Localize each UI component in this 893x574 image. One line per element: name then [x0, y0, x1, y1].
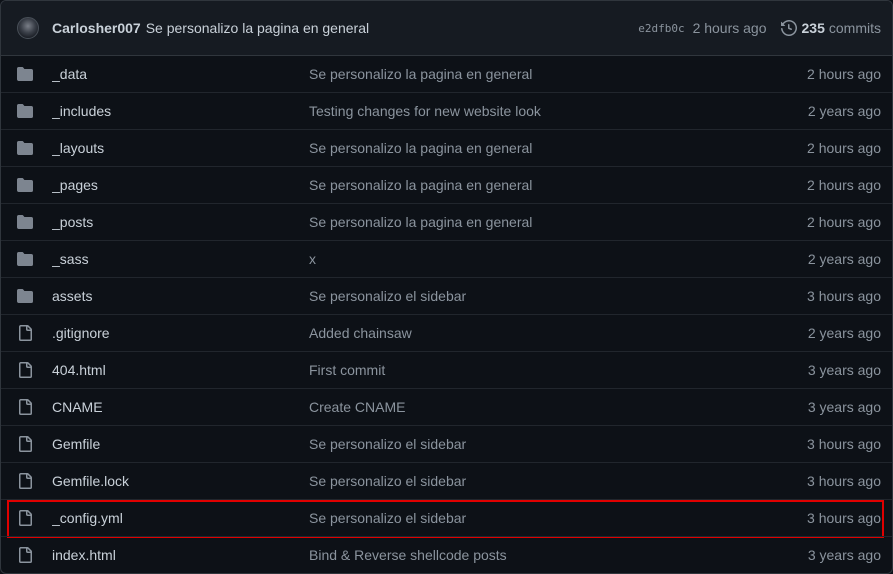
file-icon [19, 510, 32, 526]
commit-sha-link[interactable]: e2dfb0c [638, 22, 684, 35]
file-icon [19, 547, 32, 563]
folder-icon-cell [17, 66, 39, 82]
file-icon [19, 325, 32, 341]
file-icon-cell [17, 436, 39, 452]
folder-icon [17, 252, 33, 266]
file-commit-message-link[interactable]: Se personalizo el sidebar [309, 436, 807, 452]
folder-icon [17, 178, 33, 192]
file-icon [19, 362, 32, 378]
file-name-link[interactable]: _config.yml [52, 510, 309, 526]
repo-file-browser: Carlosher007 Se personalizo la pagina en… [0, 0, 893, 574]
file-name-link[interactable]: _posts [52, 214, 309, 230]
file-commit-age: 2 years ago [807, 251, 881, 267]
file-commit-message-link[interactable]: Se personalizo la pagina en general [309, 177, 807, 193]
file-commit-age: 3 years ago [807, 547, 881, 563]
file-name-link[interactable]: _layouts [52, 140, 309, 156]
file-commit-age: 3 hours ago [807, 510, 881, 526]
file-icon-cell [17, 362, 39, 378]
file-commit-age: 3 years ago [807, 399, 881, 415]
file-commit-message-link[interactable]: Se personalizo el sidebar [309, 473, 807, 489]
folder-icon [17, 67, 33, 81]
file-commit-message-link[interactable]: Se personalizo la pagina en general [309, 66, 807, 82]
file-name-link[interactable]: Gemfile.lock [52, 473, 309, 489]
file-row[interactable]: Gemfile.lock Se personalizo el sidebar 3 h… [1, 462, 892, 499]
file-row[interactable]: _pages Se personalizo la pagina en genera… [1, 166, 892, 203]
file-commit-age: 3 hours ago [807, 288, 881, 304]
folder-icon-cell [17, 177, 39, 193]
folder-icon-cell [17, 251, 39, 267]
latest-commit-bar: Carlosher007 Se personalizo la pagina en… [1, 1, 892, 56]
file-commit-message-link[interactable]: Se personalizo el sidebar [309, 288, 807, 304]
file-list: _data Se personalizo la pagina en general… [1, 56, 892, 573]
file-icon [19, 436, 32, 452]
file-row[interactable]: index.html Bind & Reverse shellcode posts… [1, 536, 892, 573]
file-icon-cell [17, 325, 39, 341]
commit-count-label: commits [828, 20, 881, 36]
file-commit-age: 3 hours ago [807, 436, 881, 452]
file-name-link[interactable]: assets [52, 288, 309, 304]
file-commit-age: 2 hours ago [807, 214, 881, 230]
file-icon-cell [17, 547, 39, 563]
file-commit-message-link[interactable]: Added chainsaw [309, 325, 808, 341]
folder-icon [17, 141, 33, 155]
file-icon [19, 399, 32, 415]
file-name-link[interactable]: .gitignore [52, 325, 309, 341]
file-name-link[interactable]: CNAME [52, 399, 309, 415]
file-commit-age: 2 hours ago [807, 66, 881, 82]
file-name-link[interactable]: _data [52, 66, 309, 82]
file-commit-message-link[interactable]: Se personalizo la pagina en general [309, 214, 807, 230]
file-name-link[interactable]: 404.html [52, 362, 309, 378]
folder-icon [17, 215, 33, 229]
history-icon [780, 20, 797, 36]
file-commit-age: 2 hours ago [807, 140, 881, 156]
file-commit-message-link[interactable]: Create CNAME [309, 399, 808, 415]
folder-icon-cell [17, 103, 39, 119]
file-commit-message-link[interactable]: Se personalizo la pagina en general [309, 140, 807, 156]
file-commit-message-link[interactable]: Testing changes for new website look [309, 103, 808, 119]
file-row[interactable]: .gitignore Added chainsaw 2 years ago [1, 314, 892, 351]
file-name-link[interactable]: Gemfile [52, 436, 309, 452]
file-commit-age: 2 hours ago [807, 177, 881, 193]
file-row[interactable]: _posts Se personalizo la pagina en genera… [1, 203, 892, 240]
folder-icon-cell [17, 288, 39, 304]
file-commit-age: 2 years ago [807, 325, 881, 341]
commit-age: 2 hours ago [692, 20, 767, 36]
file-icon-cell [17, 510, 39, 526]
file-row[interactable]: assets Se personalizo el sidebar 3 hours a… [1, 277, 892, 314]
file-icon [19, 473, 32, 489]
avatar[interactable] [17, 17, 39, 39]
file-commit-message-link[interactable]: Se personalizo el sidebar [309, 510, 807, 526]
file-name-link[interactable]: _sass [52, 251, 309, 267]
file-commit-age: 3 years ago [807, 362, 881, 378]
file-name-link[interactable]: _pages [52, 177, 309, 193]
file-row[interactable]: _layouts Se personalizo la pagina en gene… [1, 129, 892, 166]
file-row[interactable]: _sass x 2 years ago [1, 240, 892, 277]
file-commit-message-link[interactable]: First commit [309, 362, 808, 378]
file-row[interactable]: CNAME Create CNAME 3 years ago [1, 388, 892, 425]
file-name-link[interactable]: index.html [52, 547, 309, 563]
file-row[interactable]: _includes Testing changes for new website… [1, 92, 892, 129]
file-icon-cell [17, 473, 39, 489]
file-name-link[interactable]: _includes [52, 103, 309, 119]
file-commit-message-link[interactable]: Bind & Reverse shellcode posts [309, 547, 808, 563]
folder-icon-cell [17, 140, 39, 156]
file-commit-age: 2 years ago [807, 103, 881, 119]
commit-author-link[interactable]: Carlosher007 [52, 20, 141, 36]
commit-message-link[interactable]: Se personalizo la pagina en general [146, 20, 369, 36]
folder-icon-cell [17, 214, 39, 230]
file-row[interactable]: _config.yml Se personalizo el sidebar 3 ho… [1, 499, 892, 538]
file-row[interactable]: Gemfile Se personalizo el sidebar 3 hours … [1, 425, 892, 462]
folder-icon [17, 104, 33, 118]
commit-count: 235 [801, 20, 825, 36]
folder-icon [17, 289, 33, 303]
file-icon-cell [17, 399, 39, 415]
commits-history-link[interactable]: 235 commits [780, 20, 881, 36]
file-row[interactable]: 404.html First commit 3 years ago [1, 351, 892, 388]
file-row[interactable]: _data Se personalizo la pagina en general… [1, 56, 892, 92]
file-commit-age: 3 hours ago [807, 473, 881, 489]
file-commit-message-link[interactable]: x [309, 251, 808, 267]
